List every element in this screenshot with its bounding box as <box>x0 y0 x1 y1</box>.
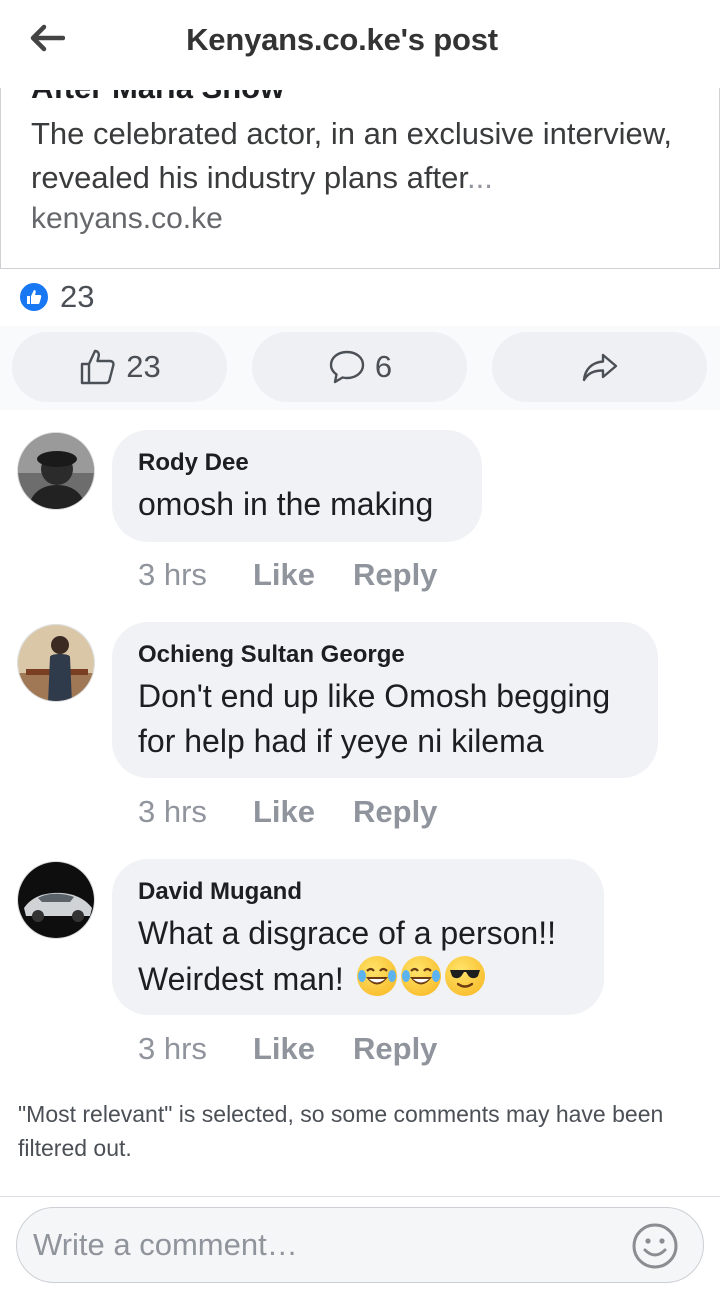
comment-bubble[interactable]: Rody Dee omosh in the making <box>112 430 482 542</box>
ellipsis: ... <box>466 160 493 195</box>
like-reaction-icon <box>18 281 50 313</box>
comment-bubble[interactable]: Ochieng Sultan George Don't end up like … <box>112 622 658 778</box>
divider <box>0 1196 720 1197</box>
avatar[interactable] <box>17 861 95 939</box>
comment-author[interactable]: David Mugand <box>138 877 578 907</box>
comment-like-button[interactable]: Like <box>253 1031 353 1067</box>
action-bar: 23 6 <box>0 326 720 410</box>
like-button[interactable]: 23 <box>12 332 227 402</box>
comment-text: Don't end up like Omosh begging for help… <box>138 678 611 759</box>
page-title: Kenyans.co.ke's post <box>186 22 498 57</box>
tears-of-joy-emoji <box>400 956 441 996</box>
comment-author[interactable]: Rody Dee <box>138 448 456 478</box>
comment-time[interactable]: 3 hrs <box>138 557 253 593</box>
comment-composer <box>16 1207 704 1283</box>
share-button[interactable] <box>492 332 707 402</box>
avatar[interactable] <box>17 432 95 510</box>
comment-time[interactable]: 3 hrs <box>138 1031 253 1067</box>
comment-meta: 3 hrs Like Reply <box>138 1031 437 1067</box>
comment-bubble[interactable]: David Mugand What a disgrace of a person… <box>112 859 604 1015</box>
comment-reply-button[interactable]: Reply <box>353 1031 437 1067</box>
comment-like-button[interactable]: Like <box>253 557 353 593</box>
top-bar: Kenyans.co.ke's post <box>0 0 720 88</box>
comment-reply-button[interactable]: Reply <box>353 557 437 593</box>
sunglasses-emoji <box>444 956 485 996</box>
comment-button[interactable]: 6 <box>252 332 467 402</box>
comment-meta: 3 hrs Like Reply <box>138 794 437 830</box>
comment-time[interactable]: 3 hrs <box>138 794 253 830</box>
comment-input[interactable] <box>33 1222 623 1268</box>
link-domain: kenyans.co.ke <box>31 202 223 235</box>
link-title: After Maria Show <box>31 88 284 106</box>
comment-author[interactable]: Ochieng Sultan George <box>138 640 632 670</box>
comment-text: What a disgrace of a person!! Weirdest m… <box>138 915 556 997</box>
comment-like-button[interactable]: Like <box>253 794 353 830</box>
emoji-picker-icon[interactable] <box>631 1222 679 1270</box>
thumbs-up-icon <box>81 349 115 385</box>
filter-notice: "Most relevant" is selected, so some com… <box>18 1101 664 1161</box>
comment-meta: 3 hrs Like Reply <box>138 557 437 593</box>
comment-text: omosh in the making <box>138 486 434 522</box>
link-preview-card[interactable]: After Maria Show The celebrated actor, i… <box>0 88 720 269</box>
share-icon <box>582 353 617 382</box>
link-description: The celebrated actor, in an exclusive in… <box>31 116 673 195</box>
comment-count: 6 <box>374 349 393 384</box>
comment-icon <box>329 350 365 384</box>
avatar[interactable] <box>17 624 95 702</box>
reactions-summary[interactable]: 23 <box>18 279 95 314</box>
like-count: 23 <box>126 349 161 384</box>
comment-reply-button[interactable]: Reply <box>353 794 437 830</box>
tears-of-joy-emoji <box>356 956 397 996</box>
reaction-count: 23 <box>60 279 95 314</box>
